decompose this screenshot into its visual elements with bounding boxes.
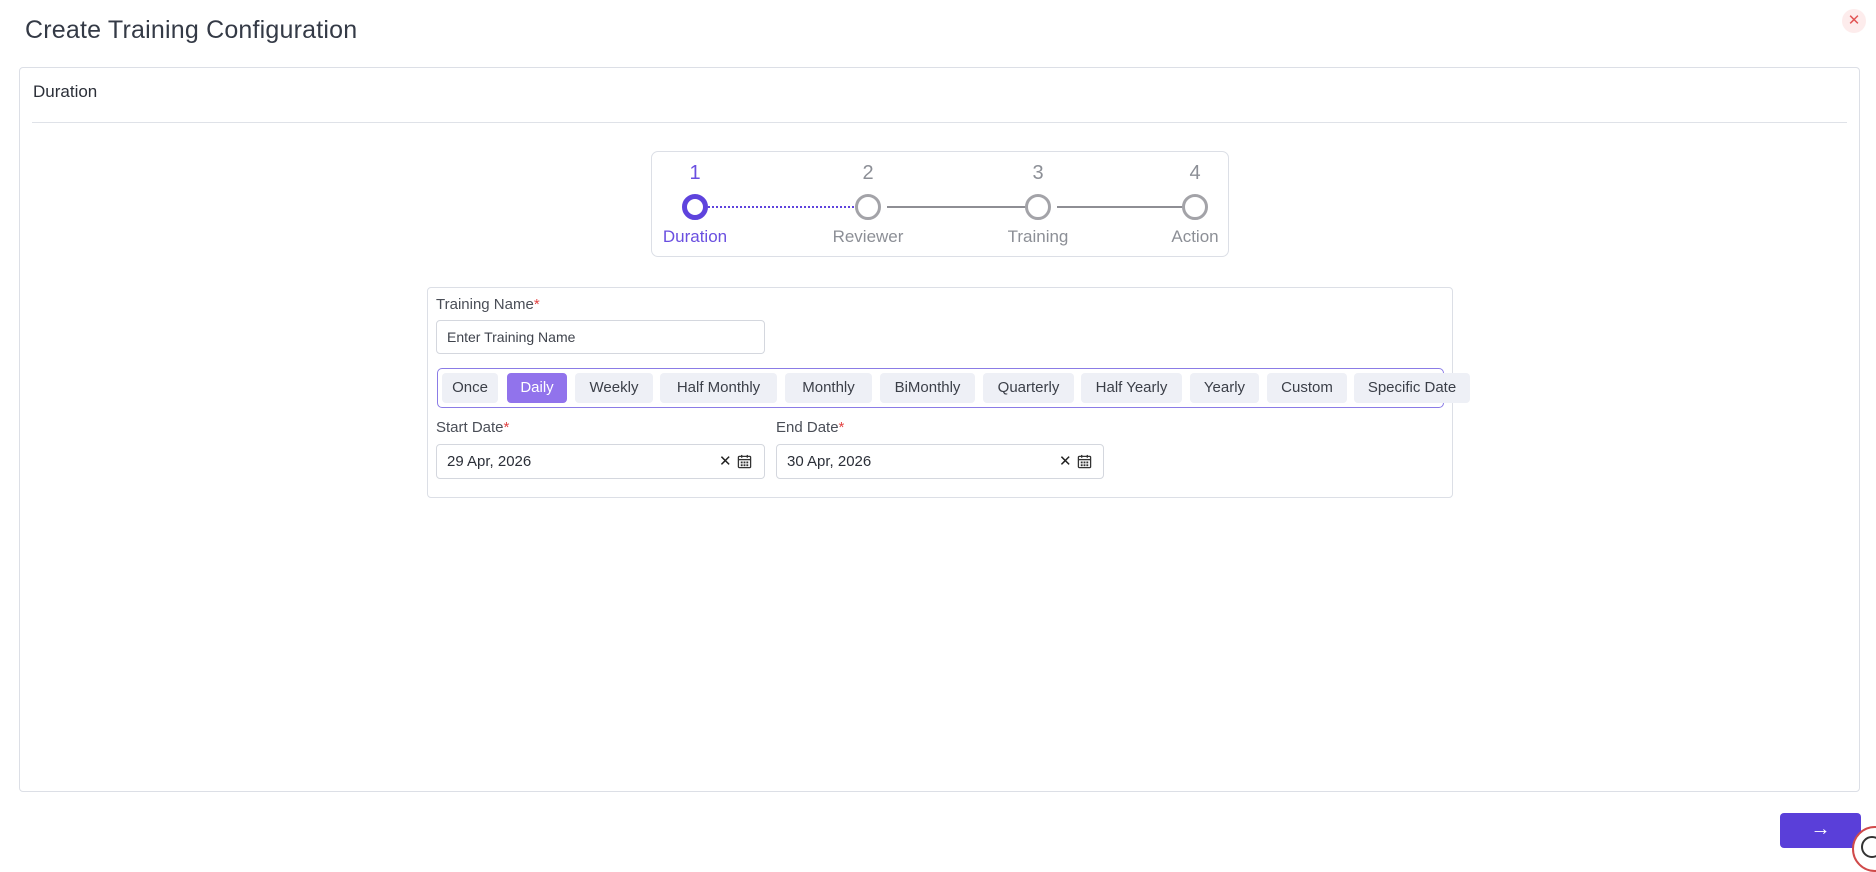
step-circle-4[interactable] xyxy=(1182,194,1208,220)
clear-icon[interactable]: ✕ xyxy=(719,452,732,470)
training-name-label: Training Name* xyxy=(436,296,540,313)
calendar-icon[interactable] xyxy=(1077,454,1092,469)
step-circle-3[interactable] xyxy=(1025,194,1051,220)
start-date-input[interactable]: 29 Apr, 2026 ✕ xyxy=(436,444,765,479)
step-label-training[interactable]: Training xyxy=(978,227,1098,247)
frequency-option-once[interactable]: Once xyxy=(442,373,498,403)
step-number-2: 2 xyxy=(862,162,874,184)
frequency-option-half-monthly[interactable]: Half Monthly xyxy=(660,373,777,403)
step-connector-3 xyxy=(1057,206,1194,208)
frequency-option-quarterly[interactable]: Quarterly xyxy=(983,373,1074,403)
start-date-label: Start Date* xyxy=(436,419,509,436)
modal-title: Create Training Configuration xyxy=(25,16,358,44)
required-mark: * xyxy=(503,419,510,436)
step-label-duration[interactable]: Duration xyxy=(635,227,755,247)
frequency-option-bimonthly[interactable]: BiMonthly xyxy=(880,373,975,403)
frequency-option-yearly[interactable]: Yearly xyxy=(1190,373,1259,403)
end-date-label: End Date* xyxy=(776,419,844,436)
frequency-option-weekly[interactable]: Weekly xyxy=(575,373,653,403)
step-circle-2[interactable] xyxy=(855,194,881,220)
step-number-3: 3 xyxy=(1032,162,1044,184)
start-date-label-text: Start Date xyxy=(436,419,504,436)
start-date-value: 29 Apr, 2026 xyxy=(447,453,532,470)
end-date-value: 30 Apr, 2026 xyxy=(787,453,872,470)
clear-icon[interactable]: ✕ xyxy=(1059,452,1072,470)
close-button[interactable]: ✕ xyxy=(1842,9,1866,33)
stepper: 1 Duration 2 Reviewer 3 Training 4 Actio… xyxy=(651,151,1229,257)
calendar-icon[interactable] xyxy=(737,454,752,469)
timer-icon xyxy=(1861,836,1876,858)
end-date-label-text: End Date xyxy=(776,419,839,436)
step-circle-1[interactable] xyxy=(682,194,708,220)
frequency-selector: Once Daily Weekly Half Monthly Monthly B… xyxy=(437,368,1470,408)
arrow-right-icon: → xyxy=(1810,818,1831,840)
frequency-option-half-yearly[interactable]: Half Yearly xyxy=(1081,373,1182,403)
panel-title: Duration xyxy=(33,82,98,101)
next-button[interactable]: → xyxy=(1780,813,1861,848)
step-connector-2 xyxy=(887,206,1036,208)
training-name-input[interactable] xyxy=(436,320,765,354)
step-connector-1 xyxy=(700,206,862,208)
frequency-option-specific-date[interactable]: Specific Date xyxy=(1354,373,1470,403)
step-label-action[interactable]: Action xyxy=(1135,227,1255,247)
step-label-reviewer[interactable]: Reviewer xyxy=(808,227,928,247)
duration-panel: Duration 1 Duration 2 Reviewer 3 Trainin… xyxy=(19,67,1860,792)
step-number-1: 1 xyxy=(689,162,701,184)
required-mark: * xyxy=(533,296,540,313)
frequency-option-daily[interactable]: Daily xyxy=(507,373,567,403)
close-icon: ✕ xyxy=(1847,12,1861,29)
panel-divider xyxy=(32,122,1847,123)
frequency-option-monthly[interactable]: Monthly xyxy=(785,373,872,403)
training-form: Training Name* Once Daily Weekly Half Mo… xyxy=(427,287,1470,498)
end-date-input[interactable]: 30 Apr, 2026 ✕ xyxy=(776,444,1104,479)
frequency-option-custom[interactable]: Custom xyxy=(1267,373,1347,403)
step-number-4: 4 xyxy=(1189,162,1201,184)
training-name-label-text: Training Name xyxy=(436,296,534,313)
required-mark: * xyxy=(838,419,845,436)
